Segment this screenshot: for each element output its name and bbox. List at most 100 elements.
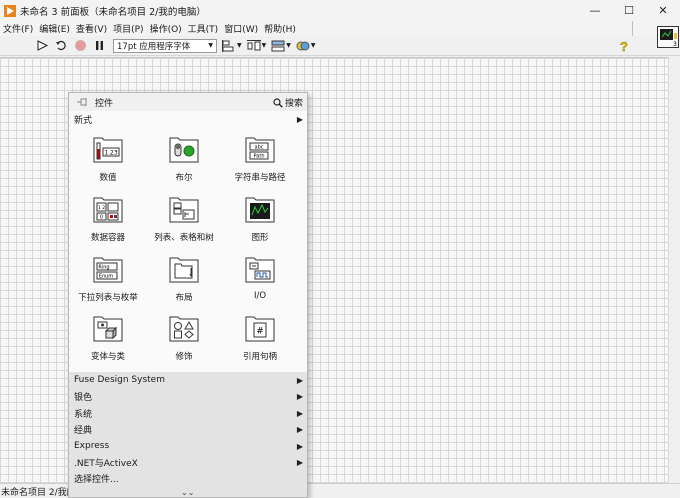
category-system[interactable]: 系统 ▶ <box>69 405 307 422</box>
resize-objects-button[interactable]: ▼ <box>271 40 291 52</box>
pin-icon[interactable] <box>76 96 88 108</box>
palette-item-layout[interactable]: 布局 <box>148 254 220 303</box>
palette-item-label: 列表、表格和树 <box>154 233 214 243</box>
palette-item-string-path[interactable]: abc Path 字符串与路径 <box>224 134 296 183</box>
status-project-path: 未命名项目 2/我的 <box>1 487 76 498</box>
window-title: 未命名 3 前面板（未命名项目 2/我的电脑） <box>20 6 206 18</box>
palette-icon-grid: 1.23 数值 布尔 abc Path 字符串与路径 1 2 0 数据容器 列表… <box>69 127 307 380</box>
reorder-button[interactable]: ▼ <box>296 40 316 52</box>
svg-text:1.23: 1.23 <box>104 150 118 157</box>
menu-file[interactable]: 文件(F) <box>2 22 38 35</box>
palette-section-modern[interactable]: 新式 ▶ <box>69 111 307 127</box>
svg-text:Enum: Enum <box>99 274 113 280</box>
vertical-scrollbar[interactable] <box>668 57 680 483</box>
menu-view[interactable]: 查看(V) <box>75 22 112 35</box>
palette-item-io[interactable]: I/O <box>224 254 296 301</box>
select-control-item[interactable]: 选择控件... <box>69 471 307 485</box>
menu-project[interactable]: 项目(P) <box>112 22 148 35</box>
category-dotnet-activex[interactable]: .NET与ActiveX ▶ <box>69 455 307 472</box>
submenu-arrow-icon: ▶ <box>296 392 303 402</box>
io-icon <box>245 257 275 283</box>
svg-text:1 2: 1 2 <box>98 205 105 211</box>
title-bar: 未命名 3 前面板（未命名项目 2/我的电脑） — ☐ ✕ <box>0 0 680 21</box>
menu-operate[interactable]: 操作(O) <box>149 22 187 35</box>
palette-title: 控件 <box>95 98 114 109</box>
variant-class-icon <box>93 316 123 342</box>
palette-search-button[interactable]: 搜索 <box>273 96 303 109</box>
palette-item-list-table-tree[interactable]: 列表、表格和树 <box>148 194 220 243</box>
context-help-icon[interactable]: ? <box>618 39 630 53</box>
boolean-icon <box>169 137 199 163</box>
minimize-button[interactable]: — <box>578 0 612 21</box>
palette-header: 控件 搜索 <box>69 93 307 111</box>
menu-window[interactable]: 窗口(W) <box>223 22 263 35</box>
array-cluster-icon: 1 2 0 <box>93 197 123 223</box>
reorder-icon <box>296 41 310 50</box>
palette-item-label: 数据容器 <box>90 233 125 243</box>
palette-item-numeric[interactable]: 1.23 数值 <box>72 134 144 183</box>
search-icon <box>273 97 283 108</box>
palette-item-decorations[interactable]: 修饰 <box>148 313 220 362</box>
palette-item-refnum[interactable]: # 引用句柄 <box>224 313 296 362</box>
align-objects-button[interactable]: ▼ <box>222 39 242 52</box>
palette-item-label: 字符串与路径 <box>234 173 286 183</box>
string-path-icon: abc Path <box>245 137 275 163</box>
svg-text:abc: abc <box>255 145 264 151</box>
palette-item-graph[interactable]: 图形 <box>224 194 296 243</box>
controls-palette[interactable]: 控件 搜索 新式 ▶ 1.23 数值 布尔 abc Path 字符串与路径 1 … <box>68 92 308 498</box>
pause-icon <box>95 41 103 50</box>
abort-stop-icon <box>74 40 86 51</box>
close-button[interactable]: ✕ <box>646 0 680 21</box>
vi-icon-graphic: 3 <box>660 29 677 48</box>
palette-item-ring-enum[interactable]: Ring Enum 下拉列表与枚举 <box>72 254 144 303</box>
category-label: Express <box>74 441 110 452</box>
caret-down-icon: ▼ <box>310 42 316 49</box>
menu-help[interactable]: 帮助(H) <box>263 22 301 35</box>
palette-categories: Fuse Design System ▶ 银色 ▶ 系统 ▶ 经典 ▶ Expr… <box>69 372 307 497</box>
maximize-button[interactable]: ☐ <box>612 0 646 21</box>
svg-text:Path: Path <box>254 154 265 160</box>
svg-text:#: # <box>256 327 264 337</box>
pause-button[interactable] <box>91 38 107 54</box>
labview-app-icon <box>4 4 16 17</box>
category-classic[interactable]: 经典 ▶ <box>69 422 307 439</box>
menu-tools[interactable]: 工具(T) <box>187 22 224 35</box>
layout-icon <box>169 257 199 283</box>
toolbar: 17pt 应用程序字体 ▼ ▼ ▼ ▼ ▼ <box>0 36 680 56</box>
palette-item-label: 布尔 <box>175 173 193 183</box>
numeric-icon: 1.23 <box>93 137 123 163</box>
resize-objects-icon <box>271 40 285 51</box>
graph-icon <box>245 197 275 223</box>
refnum-icon: # <box>245 316 275 342</box>
expand-palette-icon[interactable]: ⌄⌄ <box>181 488 194 497</box>
font-select-value: 17pt 应用程序字体 <box>117 41 191 52</box>
decorations-icon <box>169 316 199 342</box>
section-label: 新式 <box>74 115 93 126</box>
menu-edit[interactable]: 编辑(E) <box>38 22 75 35</box>
palette-item-label: 变体与类 <box>90 352 125 362</box>
palette-item-variant-class[interactable]: 变体与类 <box>72 313 144 362</box>
category-express[interactable]: Express ▶ <box>69 438 307 455</box>
palette-item-data-containers[interactable]: 1 2 0 数据容器 <box>72 194 144 243</box>
run-button[interactable] <box>34 38 50 54</box>
palette-item-boolean[interactable]: 布尔 <box>148 134 220 183</box>
ring-enum-icon: Ring Enum <box>93 257 123 283</box>
submenu-arrow-icon: ▶ <box>296 408 303 418</box>
distribute-objects-icon <box>246 39 261 50</box>
category-label: 银色 <box>74 393 93 404</box>
palette-item-label: 下拉列表与枚举 <box>78 293 138 303</box>
dropdown-arrow-icon: ▼ <box>208 42 213 49</box>
distribute-objects-button[interactable]: ▼ <box>246 39 266 52</box>
category-silver[interactable]: 银色 ▶ <box>69 389 307 406</box>
palette-item-label: 布局 <box>175 293 193 303</box>
select-control-label: 选择控件... <box>74 474 119 485</box>
abort-button[interactable] <box>72 38 88 54</box>
font-select[interactable]: 17pt 应用程序字体 ▼ <box>113 38 217 53</box>
run-continuously-button[interactable] <box>53 38 69 54</box>
palette-item-label: 数值 <box>99 173 117 183</box>
palette-item-label: I/O <box>253 291 267 301</box>
palette-item-label: 修饰 <box>175 352 193 362</box>
submenu-arrow-icon: ▶ <box>296 441 303 451</box>
category-fuse-design-system[interactable]: Fuse Design System ▶ <box>69 372 307 389</box>
vi-icon[interactable]: 3 <box>657 26 679 48</box>
